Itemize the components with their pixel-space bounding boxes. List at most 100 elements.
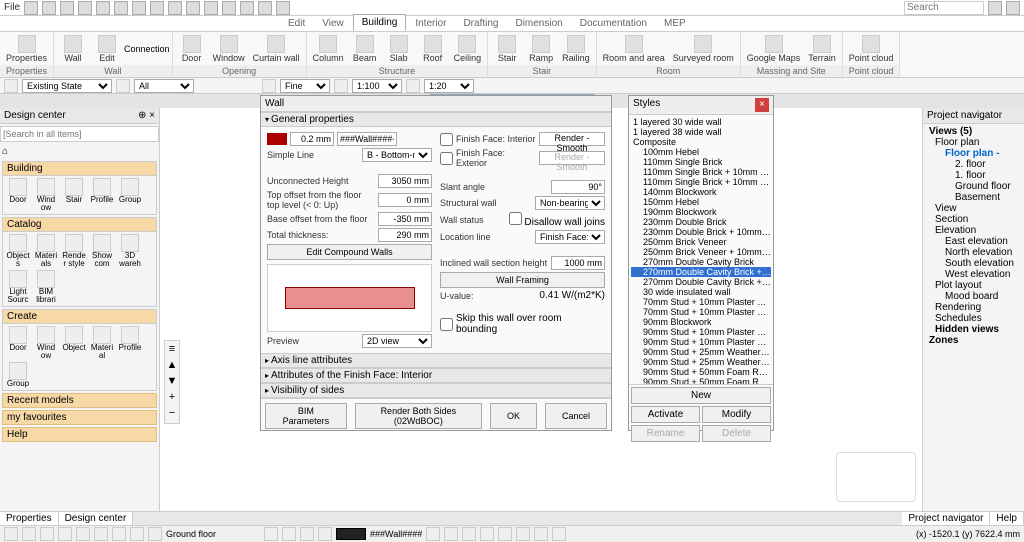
qat-icon[interactable]	[150, 1, 164, 15]
close-icon[interactable]: ×	[755, 98, 769, 112]
ramp-button[interactable]: Ramp	[524, 34, 558, 64]
tree-node[interactable]: Views (5)	[925, 126, 1022, 137]
catalog-item[interactable]: Light Sourc	[5, 270, 31, 304]
catalog-item[interactable]: Object	[61, 326, 87, 360]
tree-node[interactable]: North elevation	[925, 247, 1022, 258]
status-icon[interactable]	[552, 527, 566, 541]
tree-node[interactable]: View	[925, 203, 1022, 214]
style-item[interactable]: 70mm Stud + 10mm Plaster Outside	[631, 307, 771, 317]
status-icon[interactable]	[516, 527, 530, 541]
column-button[interactable]: Column	[309, 34, 348, 64]
qat-icon[interactable]	[96, 1, 110, 15]
qat-icon[interactable]	[222, 1, 236, 15]
terrain-button[interactable]: Terrain	[804, 34, 840, 64]
status-icon[interactable]	[76, 527, 90, 541]
status-icon[interactable]	[318, 527, 332, 541]
catalog-item[interactable]: Stair	[61, 178, 87, 212]
catalog-item[interactable]: Wind ow	[33, 326, 59, 360]
thickness-input[interactable]	[290, 132, 334, 146]
beam-button[interactable]: Beam	[348, 34, 382, 64]
catalog-item[interactable]: Group	[117, 178, 143, 212]
section-general[interactable]: General properties	[261, 112, 611, 127]
qat-icon[interactable]	[204, 1, 218, 15]
style-item[interactable]: 1 layered 30 wide wall	[631, 117, 771, 127]
color-swatch[interactable]	[267, 133, 287, 145]
point-cloud-button[interactable]: Point cloud	[845, 34, 898, 64]
scale-icon[interactable]	[334, 79, 348, 93]
home-icon[interactable]	[4, 79, 18, 93]
status-icon[interactable]	[148, 527, 162, 541]
scale2-icon[interactable]	[406, 79, 420, 93]
style-item[interactable]: 90mm Stud + 25mm Weatherboard	[631, 347, 771, 357]
bottom-nav-tab[interactable]: Project navigator	[902, 512, 990, 525]
tree-node[interactable]: Schedules	[925, 313, 1022, 324]
status-icon[interactable]	[264, 527, 278, 541]
tree-node[interactable]: Plot layout	[925, 280, 1022, 291]
activate-button[interactable]: Activate	[631, 406, 700, 423]
style-item[interactable]: 110mm Single Brick	[631, 157, 771, 167]
tab-drafting[interactable]: Drafting	[455, 16, 506, 31]
detail-icon[interactable]	[262, 79, 276, 93]
style-item[interactable]: 110mm Single Brick + 10mm Render Both	[631, 167, 771, 177]
skip-check[interactable]	[440, 318, 453, 331]
refline-select[interactable]: B - Bottom-most	[362, 148, 432, 162]
tab-mep[interactable]: MEP	[656, 16, 694, 31]
style-item[interactable]: 30 wide insulated wall	[631, 287, 771, 297]
stair-button[interactable]: Stair	[490, 34, 524, 64]
base-offset-input[interactable]	[378, 212, 432, 226]
ok-button[interactable]: OK	[490, 403, 537, 429]
tree-node[interactable]: 1. floor	[925, 170, 1022, 181]
tree-node[interactable]: South elevation	[925, 258, 1022, 269]
render-style-button[interactable]: Render Both Sides (02WdBOC)	[355, 403, 482, 429]
style-item[interactable]: 190mm Blockwork	[631, 207, 771, 217]
qat-icon[interactable]	[114, 1, 128, 15]
qat-icon[interactable]	[168, 1, 182, 15]
bottom-properties-tab[interactable]: Properties	[0, 512, 59, 525]
status-icon[interactable]	[444, 527, 458, 541]
color-swatch[interactable]	[336, 528, 366, 540]
cancel-button[interactable]: Cancel	[545, 403, 607, 429]
preview-mode-select[interactable]: 2D view	[362, 334, 432, 348]
section-axis[interactable]: Axis line attributes	[261, 353, 611, 368]
total-thickness-input[interactable]	[378, 228, 432, 242]
status-icon[interactable]	[94, 527, 108, 541]
status-icon[interactable]	[426, 527, 440, 541]
roof-button[interactable]: Roof	[416, 34, 450, 64]
catalog-group[interactable]: Catalog	[3, 218, 156, 232]
style-item[interactable]: 90mm Stud + 10mm Plaster Both Sides	[631, 327, 771, 337]
status-icon[interactable]	[130, 527, 144, 541]
tab-view[interactable]: View	[314, 16, 352, 31]
section-finish-interior[interactable]: Attributes of the Finish Face: Interior	[261, 368, 611, 383]
style-item[interactable]: 140mm Blockwork	[631, 187, 771, 197]
style-item[interactable]: 90mm Stud + 50mm Foam Render	[631, 367, 771, 377]
style-item[interactable]: 270mm Double Cavity Brick + 10mm Ren	[631, 267, 771, 277]
wall-framing-button[interactable]: Wall Framing	[440, 272, 605, 288]
style-item[interactable]: 90mm Stud + 10mm Plaster Outside	[631, 337, 771, 347]
edit-compound-button[interactable]: Edit Compound Walls	[267, 244, 432, 260]
status-icon[interactable]	[462, 527, 476, 541]
curtain-wall-button[interactable]: Curtain wall	[249, 34, 304, 64]
location-select[interactable]: Finish Face: Exterior	[535, 230, 605, 244]
list-icon[interactable]: ≡	[165, 343, 179, 357]
style-item[interactable]: 90mm Stud + 25mm Weatherboard Both	[631, 357, 771, 367]
style-item[interactable]: 1 layered 38 wide wall	[631, 127, 771, 137]
new-button[interactable]: New	[631, 387, 771, 404]
scale2-select[interactable]: 1:20	[424, 79, 474, 93]
catalog-item[interactable]: Profile	[117, 326, 143, 360]
styles-list[interactable]: 1 layered 30 wide wall1 layered 38 wide …	[629, 115, 773, 385]
google-maps-button[interactable]: Google Maps	[743, 34, 805, 64]
style-item[interactable]: 270mm Double Cavity Brick + 10mm Ren	[631, 277, 771, 287]
qat-icon[interactable]	[60, 1, 74, 15]
catalog-item[interactable]: Materi al	[89, 326, 115, 360]
style-item[interactable]: Composite	[631, 137, 771, 147]
style-item[interactable]: 230mm Double Brick	[631, 217, 771, 227]
style-item[interactable]: 90mm Blockwork	[631, 317, 771, 327]
state-select[interactable]: Existing State	[22, 79, 112, 93]
design-center-search[interactable]	[0, 126, 159, 142]
tab-building[interactable]: Building	[353, 14, 407, 31]
minus-icon[interactable]: −	[165, 407, 179, 421]
status-icon[interactable]	[282, 527, 296, 541]
catalog-item[interactable]: 3D wareh	[117, 234, 143, 268]
wallstatus-check[interactable]	[509, 212, 522, 225]
tab-interior[interactable]: Interior	[407, 16, 454, 31]
